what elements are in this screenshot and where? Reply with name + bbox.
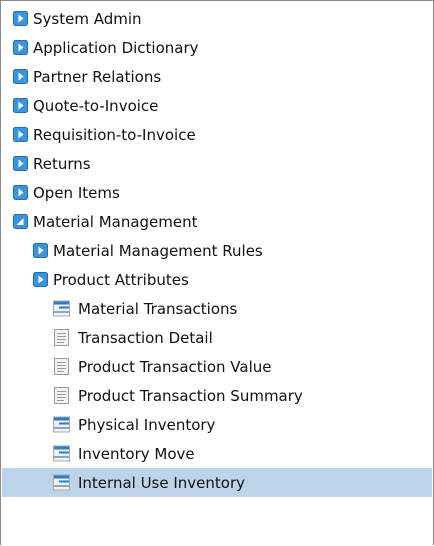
folder-expanded-icon[interactable] — [13, 214, 28, 229]
tree-item-material-transactions[interactable]: Material Transactions — [2, 294, 432, 323]
report-icon — [53, 387, 70, 404]
tree-item-product-transaction-value[interactable]: Product Transaction Value — [2, 352, 432, 381]
window-icon — [53, 445, 70, 462]
tree-item-label: Quote-to-Invoice — [33, 96, 159, 115]
folder-collapsed-icon[interactable] — [13, 11, 28, 26]
report-icon — [53, 329, 70, 346]
folder-collapsed-icon[interactable] — [13, 185, 28, 200]
tree-item-label: Inventory Move — [78, 444, 195, 463]
folder-collapsed-icon[interactable] — [13, 40, 28, 55]
tree-item-returns[interactable]: Returns — [2, 149, 432, 178]
tree-item-partner-relations[interactable]: Partner Relations — [2, 62, 432, 91]
window-icon — [53, 474, 70, 491]
tree-item-label: Application Dictionary — [33, 38, 199, 57]
folder-collapsed-icon[interactable] — [13, 127, 28, 142]
tree-item-material-management-rules[interactable]: Material Management Rules — [2, 236, 432, 265]
tree-item-requisition-to-invoice[interactable]: Requisition-to-Invoice — [2, 120, 432, 149]
tree-item-label: Internal Use Inventory — [78, 473, 246, 492]
tree-item-inventory-move[interactable]: Inventory Move — [2, 439, 432, 468]
tree-item-internal-use-inventory[interactable]: Internal Use Inventory — [2, 468, 432, 497]
folder-collapsed-icon[interactable] — [33, 243, 48, 258]
folder-collapsed-icon[interactable] — [13, 156, 28, 171]
tree-item-label: Transaction Detail — [78, 328, 213, 347]
tree-item-transaction-detail[interactable]: Transaction Detail — [2, 323, 432, 352]
tree-item-system-admin[interactable]: System Admin — [2, 4, 432, 33]
folder-collapsed-icon[interactable] — [13, 98, 28, 113]
tree-item-quote-to-invoice[interactable]: Quote-to-Invoice — [2, 91, 432, 120]
tree-item-label: Product Transaction Value — [78, 357, 272, 376]
tree-item-label: Returns — [33, 154, 91, 173]
tree-item-label: Product Transaction Summary — [78, 386, 303, 405]
tree-item-label: Material Management — [33, 212, 198, 231]
tree-item-application-dictionary[interactable]: Application Dictionary — [2, 33, 432, 62]
window-icon — [53, 300, 70, 317]
tree-item-label: Open Items — [33, 183, 120, 202]
tree-item-label: Material Transactions — [78, 299, 238, 318]
tree-item-label: Product Attributes — [53, 270, 189, 289]
tree-item-material-management[interactable]: Material Management — [2, 207, 432, 236]
window-icon — [53, 416, 70, 433]
tree-item-product-transaction-summary[interactable]: Product Transaction Summary — [2, 381, 432, 410]
tree-item-label: Material Management Rules — [53, 241, 263, 260]
tree-item-label: Physical Inventory — [78, 415, 216, 434]
tree-item-physical-inventory[interactable]: Physical Inventory — [2, 410, 432, 439]
folder-collapsed-icon[interactable] — [13, 69, 28, 84]
tree-item-label: Requisition-to-Invoice — [33, 125, 196, 144]
folder-collapsed-icon[interactable] — [33, 272, 48, 287]
tree-item-label: System Admin — [33, 9, 142, 28]
tree-item-label: Partner Relations — [33, 67, 162, 86]
tree-item-open-items[interactable]: Open Items — [2, 178, 432, 207]
report-icon — [53, 358, 70, 375]
menu-tree: System Admin Application Dictionary Part… — [0, 0, 434, 545]
tree-item-product-attributes[interactable]: Product Attributes — [2, 265, 432, 294]
